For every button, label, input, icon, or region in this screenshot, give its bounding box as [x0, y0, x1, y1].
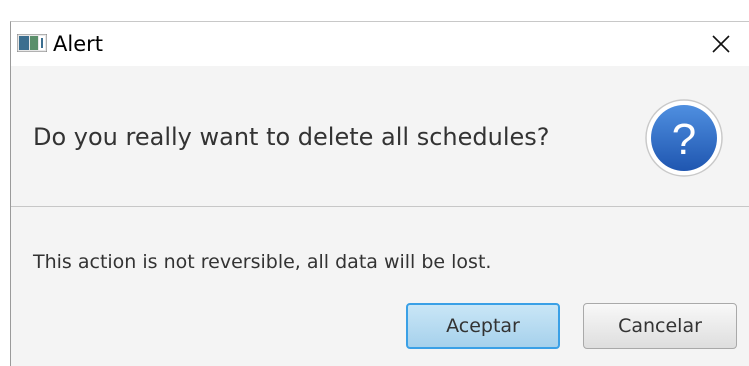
- app-window-icon: [17, 34, 47, 52]
- close-icon: [712, 35, 730, 53]
- alert-dialog: Alert Do you really want to delete all s…: [10, 21, 749, 366]
- accept-button[interactable]: Aceptar: [406, 303, 560, 349]
- content-message: This action is not reversible, all data …: [33, 251, 492, 273]
- close-button[interactable]: [693, 22, 749, 66]
- cancel-button[interactable]: Cancelar: [583, 303, 737, 349]
- header-message: Do you really want to delete all schedul…: [33, 123, 550, 151]
- window-title: Alert: [53, 32, 103, 56]
- dialog-header-panel: Do you really want to delete all schedul…: [11, 66, 749, 207]
- title-bar[interactable]: Alert: [11, 22, 749, 66]
- svg-text:?: ?: [672, 115, 696, 164]
- question-icon: ?: [645, 99, 723, 177]
